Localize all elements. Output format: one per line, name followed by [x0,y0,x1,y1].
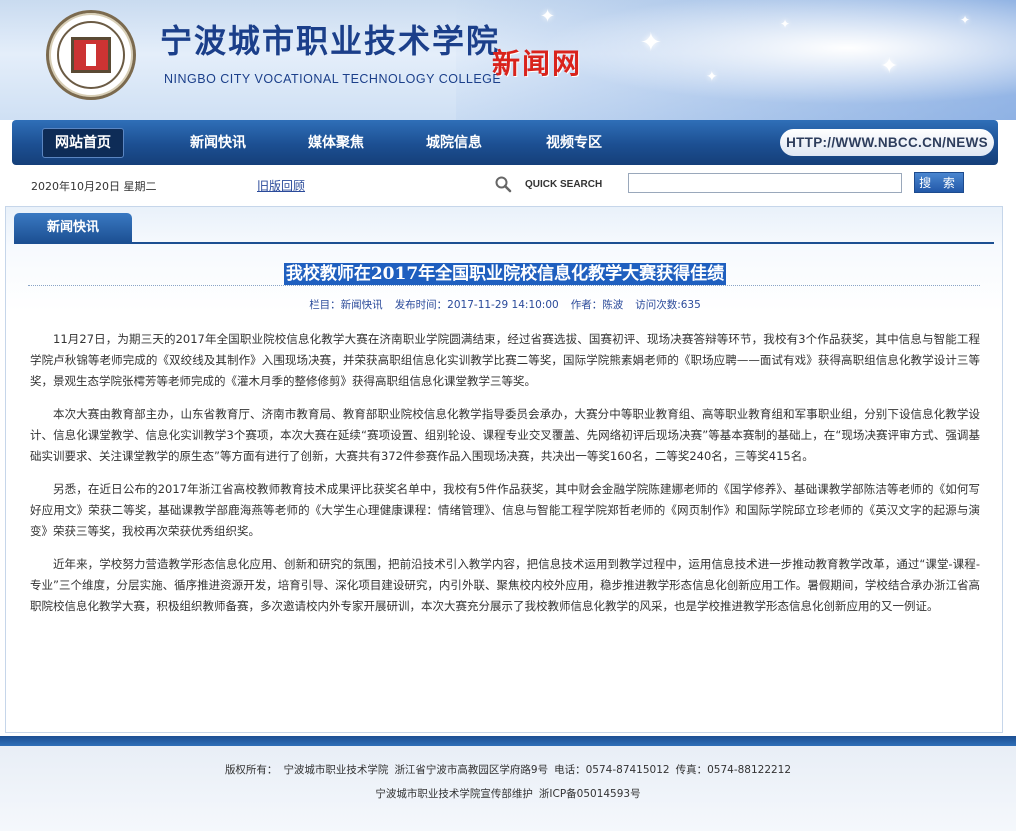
nav-item-news-flash[interactable]: 新闻快讯 [190,132,246,154]
seal-emblem [71,37,111,73]
nav-item-media-focus[interactable]: 媒体聚焦 [308,132,364,154]
old-version-link[interactable]: 旧版回顾 [257,177,305,194]
footer-fax: 传真：0574-88122212 [675,764,792,776]
footer-divider-bar [0,736,1016,746]
quick-search-label: QUICK SEARCH [525,179,603,190]
meta-author: 作者：陈波 [570,299,624,311]
article-title-wrap: 我校教师在2017年全国职业院校信息化教学大赛获得佳绩 [6,259,1004,285]
footer-icp[interactable]: 浙ICP备05014593号 [539,788,641,800]
article-paragraph: 另悉，在近日公布的2017年浙江省高校教师教育技术成果评比获奖名单中，我校有5件… [30,482,980,538]
article-paragraph: 本次大赛由教育部主办，山东省教育厅、济南市教育局、教育部职业院校信息化教学指导委… [30,407,980,463]
footer-phone: 电话：0574-87415012 [554,764,670,776]
article-paragraph: 近年来，学校努力营造教学形态信息化应用、创新和研究的氛围，把前沿技术引入教学内容… [30,557,980,613]
sparkle-icon: ✦ [540,6,556,27]
college-name-cn: 宁波城市职业技术学院 [160,22,501,60]
college-seal-icon[interactable] [46,10,136,100]
sparkle-icon: ✦ [880,54,899,79]
footer-copyright-label: 版权所有： [224,764,278,776]
article-meta: 栏目：新闻快讯 发布时间：2017-11-29 14:10:00 作者：陈波 访问次数… [6,297,1004,312]
section-tab-news-flash[interactable]: 新闻快讯 [14,213,132,243]
sparkle-icon: ✦ [706,69,718,85]
footer-line-2: 宁波城市职业技术学院宣传部维护 浙ICP备05014593号 [0,786,1016,801]
article-paragraph: 11月27日，为期三天的2017年全国职业院校信息化教学大赛在济南职业学院圆满结… [30,332,980,388]
title-divider [28,285,980,286]
content-panel: 新闻快讯 我校教师在2017年全国职业院校信息化教学大赛获得佳绩 栏目：新闻快讯… [5,206,1003,733]
article-body: 11月27日，为期三天的2017年全国职业院校信息化教学大赛在济南职业学院圆满结… [30,329,980,629]
footer-maintainer: 宁波城市职业技术学院宣传部维护 [375,788,533,800]
sparkle-icon: ✦ [960,13,971,27]
site-url-badge[interactable]: HTTP://WWW.NBCC.CN/NEWS [780,129,994,156]
sparkle-icon: ✦ [780,17,791,31]
meta-column: 栏目：新闻快讯 [309,299,383,311]
search-input[interactable] [628,173,902,193]
footer-line-1: 版权所有： 宁波城市职业技术学院 浙江省宁波市高教园区学府路9号 电话：0574-87… [0,762,1016,777]
search-icon [495,176,512,193]
site-name: 新闻网 [492,47,583,80]
footer-owner: 宁波城市职业技术学院 [283,764,389,776]
nav-item-video-zone[interactable]: 视频专区 [546,132,602,154]
nav-item-home[interactable]: 网站首页 [42,128,124,158]
sparkle-icon: ✦ [640,28,662,58]
search-button[interactable]: 搜 索 [914,172,964,193]
current-date: 2020年10月20日 星期二 [31,180,157,193]
college-name-en: NINGBO CITY VOCATIONAL TECHNOLOGY COLLEG… [164,72,502,86]
site-header: ✦ ✦ ✦ ✦ ✦ ✦ 宁波城市职业技术学院 NINGBO CITY VOCAT… [0,0,1016,120]
meta-views: 访问次数:635 [635,299,701,311]
article-title: 我校教师在2017年全国职业院校信息化教学大赛获得佳绩 [283,263,727,285]
tab-underline [14,242,994,244]
footer-address: 浙江省宁波市高教园区学府路9号 [394,764,549,776]
meta-published: 发布时间：2017-11-29 14:10:00 [394,299,559,311]
main-nav: 网站首页 新闻快讯 媒体聚焦 城院信息 视频专区 HTTP://WWW.NBCC… [12,120,998,165]
site-footer: 版权所有： 宁波城市职业技术学院 浙江省宁波市高教园区学府路9号 电话：0574-87… [0,746,1016,831]
nav-item-campus-info[interactable]: 城院信息 [426,132,482,154]
info-bar: 2020年10月20日 星期二 旧版回顾 QUICK SEARCH 搜 索 [0,166,1016,204]
